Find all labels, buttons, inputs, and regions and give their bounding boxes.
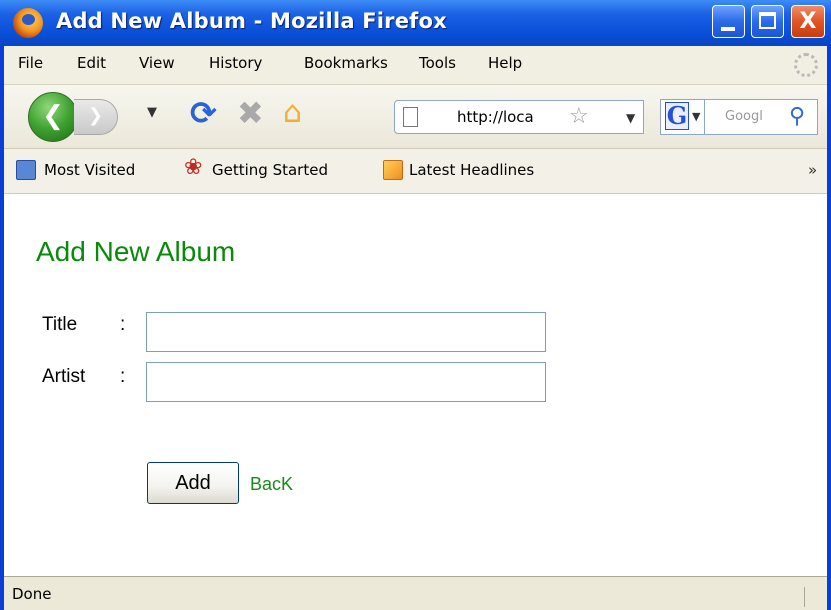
menu-bookmarks[interactable]: Bookmarks: [304, 54, 388, 72]
bookmark-most-visited[interactable]: Most Visited: [44, 161, 135, 179]
close-icon: X: [799, 9, 817, 34]
url-bar[interactable]: http://loca ☆ ▼: [394, 100, 644, 134]
menu-help[interactable]: Help: [488, 54, 522, 72]
menu-edit[interactable]: Edit: [77, 54, 106, 72]
back-arrow-icon: ❮: [42, 101, 64, 131]
throbber-icon: [794, 53, 818, 77]
home-icon[interactable]: ⌂: [283, 95, 302, 130]
page-title: Add New Album: [36, 236, 236, 267]
firefox-logo-icon: [13, 8, 43, 38]
menu-bar: File Edit View History Bookmarks Tools H…: [4, 46, 827, 85]
bookmarks-folder-icon: [16, 160, 36, 180]
status-text: Done: [12, 585, 52, 603]
search-input[interactable]: Googl ⚲: [705, 99, 818, 135]
navigation-toolbar: ❮ ❯ ▼ ⟳ ✖ ⌂ http://loca ☆ ▼ G ▼ Googl ⚲: [4, 85, 827, 149]
forward-arrow-icon: ❯: [88, 105, 104, 126]
bookmarks-toolbar: Most Visited ❀ Getting Started Latest He…: [4, 149, 827, 194]
add-button[interactable]: Add: [147, 462, 239, 504]
menu-tools[interactable]: Tools: [419, 54, 456, 72]
minimize-button[interactable]: [712, 5, 745, 38]
stop-icon[interactable]: ✖: [237, 94, 264, 132]
back-link[interactable]: BacK: [250, 474, 293, 495]
resize-grip-icon[interactable]: [804, 587, 823, 607]
minimize-icon: [721, 27, 735, 31]
maximize-icon: [759, 12, 776, 29]
client-area: File Edit View History Bookmarks Tools H…: [4, 46, 827, 610]
maximize-button[interactable]: [751, 5, 784, 38]
url-dropdown-icon[interactable]: ▼: [626, 111, 635, 125]
page-content: Add New Album Title : Artist : Add BacK: [4, 194, 827, 576]
getting-started-icon: ❀: [184, 155, 203, 180]
menu-file[interactable]: File: [18, 54, 43, 72]
reload-icon[interactable]: ⟳: [190, 94, 217, 132]
title-input[interactable]: [146, 312, 546, 352]
search-icon[interactable]: ⚲: [789, 104, 805, 129]
browser-window: Add New Album - Mozilla Firefox X File E…: [0, 0, 831, 610]
history-dropdown-icon[interactable]: ▼: [147, 105, 157, 120]
title-label: Title: [42, 314, 78, 335]
search-engine-dropdown-icon: ▼: [692, 110, 701, 123]
artist-label: Artist: [42, 366, 86, 387]
rss-feed-icon: [383, 160, 403, 180]
url-text[interactable]: http://loca: [457, 108, 534, 126]
status-bar: Done: [4, 576, 827, 610]
back-button[interactable]: ❮: [28, 92, 78, 142]
bookmark-latest-headlines[interactable]: Latest Headlines: [409, 161, 534, 179]
menu-view[interactable]: View: [139, 54, 175, 72]
artist-input[interactable]: [146, 362, 546, 402]
menu-history[interactable]: History: [209, 54, 262, 72]
search-engine-button[interactable]: G ▼: [660, 99, 705, 135]
title-bar[interactable]: Add New Album - Mozilla Firefox X: [0, 0, 831, 46]
forward-button[interactable]: ❯: [74, 99, 118, 135]
bookmarks-overflow-icon[interactable]: »: [808, 161, 817, 179]
window-title: Add New Album - Mozilla Firefox: [56, 9, 447, 33]
bookmark-getting-started[interactable]: Getting Started: [212, 161, 328, 179]
google-icon: G: [665, 101, 689, 130]
title-colon: :: [120, 314, 126, 335]
bookmark-star-icon[interactable]: ☆: [569, 104, 589, 129]
artist-colon: :: [120, 366, 126, 387]
page-icon: [403, 107, 418, 127]
search-placeholder: Googl: [725, 109, 763, 124]
close-button[interactable]: X: [791, 5, 825, 38]
